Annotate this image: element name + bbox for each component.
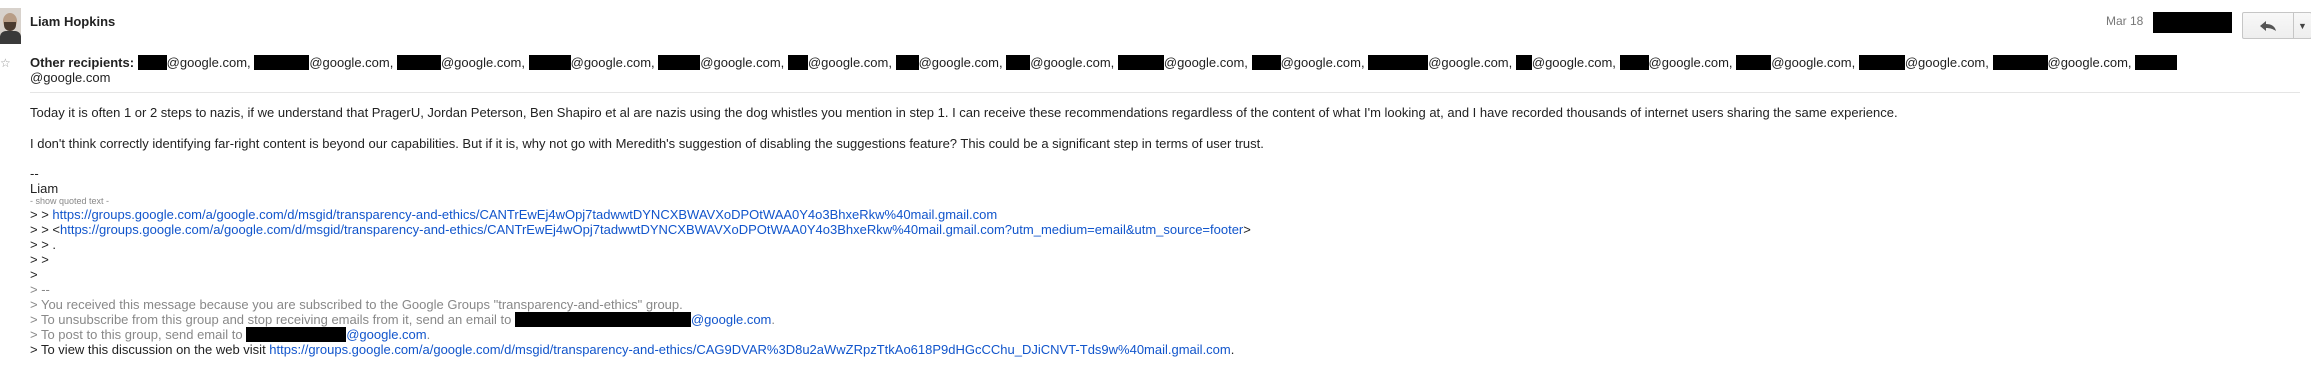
unsubscribe-email-link[interactable]: @google.com <box>691 312 771 327</box>
quoted-line: > You received this message because you … <box>30 297 683 312</box>
redacted-timestamp <box>2153 12 2232 33</box>
recipient-domain: @google.com, <box>700 55 785 70</box>
quote-suffix: . <box>426 327 431 342</box>
show-quoted-text-link[interactable]: - show quoted text - <box>30 196 1898 207</box>
redacted-email <box>137 55 167 70</box>
recipient-domain: @google.com, <box>1428 55 1513 70</box>
reply-button[interactable] <box>2242 12 2294 39</box>
body-paragraph: I don't think correctly identifying far-… <box>30 136 1264 151</box>
redacted-email <box>246 327 347 342</box>
sender-avatar <box>0 8 21 44</box>
recipient-domain: @google.com, <box>1163 55 1248 70</box>
recipient-domain: @google.com, <box>570 55 655 70</box>
avatar-beard <box>4 22 16 31</box>
redacted-email <box>658 55 701 70</box>
redacted-email <box>787 55 808 70</box>
recipient-domain: @google.com, <box>309 55 394 70</box>
redacted-email <box>1117 55 1164 70</box>
other-recipients: Other recipients: @google.com, @google.c… <box>30 55 2180 85</box>
redacted-email <box>396 55 441 70</box>
recipient-domain: @google.com <box>30 70 111 85</box>
discussion-link[interactable]: https://groups.google.com/a/google.com/d… <box>269 342 1230 357</box>
quote-prefix: > > < <box>30 222 60 237</box>
recipient-domain: @google.com, <box>1280 55 1365 70</box>
reply-icon <box>2260 20 2276 31</box>
quote-prefix: > > <box>30 207 53 222</box>
redacted-email <box>895 55 919 70</box>
quoted-line: > > <https://groups.google.com/a/google.… <box>30 222 1898 237</box>
message-date: Mar 18 <box>2106 14 2144 28</box>
redacted-email <box>1736 55 1772 70</box>
quote-text: > To post to this group, send email to <box>30 327 247 342</box>
more-actions-button[interactable]: ▼ <box>2294 12 2311 39</box>
redacted-email <box>254 55 310 70</box>
quote-suffix: . <box>771 312 776 327</box>
quoted-line: > > . <box>30 237 57 252</box>
recipient-domain: @google.com, <box>166 55 251 70</box>
recipient-domain: @google.com, <box>918 55 1003 70</box>
redacted-email <box>1992 55 2048 70</box>
quoted-line: > To view this discussion on the web vis… <box>30 342 1898 357</box>
redacted-email <box>1251 55 1281 70</box>
quoted-line: > > <box>30 252 49 267</box>
signature-dash: -- <box>30 166 39 181</box>
quoted-line: > > https://groups.google.com/a/google.c… <box>30 207 1898 222</box>
redacted-email <box>1515 55 1532 70</box>
redacted-email <box>514 312 691 327</box>
reply-button-group: ▼ <box>2242 12 2311 39</box>
recipient-domain: @google.com, <box>1771 55 1856 70</box>
signature-name: Liam <box>30 181 59 196</box>
recipient-domain: @google.com, <box>1904 55 1989 70</box>
quote-text: > To view this discussion on the web vis… <box>30 342 270 357</box>
recipient-domain: @google.com, <box>1531 55 1616 70</box>
post-email-link[interactable]: @google.com <box>346 327 426 342</box>
quote-suffix: > <box>1243 222 1251 237</box>
header-divider <box>30 92 2300 93</box>
quote-suffix: . <box>1230 342 1235 357</box>
recipient-domain: @google.com, <box>807 55 892 70</box>
message-body: Today it is often 1 or 2 steps to nazis,… <box>30 104 1898 357</box>
redacted-email <box>2135 55 2178 70</box>
signature: -- Liam - show quoted text - <box>30 166 1898 207</box>
recipient-domain: @google.com, <box>440 55 525 70</box>
redacted-email <box>1619 55 1649 70</box>
recipients-label: Other recipients: <box>30 55 135 70</box>
recipient-domain: @google.com, <box>1648 55 1733 70</box>
avatar-body <box>0 31 21 44</box>
redacted-email <box>1368 55 1429 70</box>
sender-name[interactable]: Liam Hopkins <box>30 14 115 29</box>
quote-text: > To unsubscribe from this group and sto… <box>30 312 515 327</box>
redacted-email <box>1858 55 1905 70</box>
redacted-email <box>1006 55 1031 70</box>
chevron-down-icon: ▼ <box>2298 20 2307 31</box>
star-icon[interactable]: ☆ <box>0 56 11 70</box>
body-paragraph: Today it is often 1 or 2 steps to nazis,… <box>30 105 1898 120</box>
redacted-email <box>528 55 571 70</box>
quoted-line: > <box>30 267 38 282</box>
recipient-domain: @google.com, <box>2047 55 2132 70</box>
quoted-line: > To unsubscribe from this group and sto… <box>30 312 1898 327</box>
thread-footer-link[interactable]: https://groups.google.com/a/google.com/d… <box>60 222 1243 237</box>
quoted-line: > -- <box>30 282 50 297</box>
quoted-line: > To post to this group, send email to @… <box>30 327 1898 342</box>
recipient-domain: @google.com, <box>1030 55 1115 70</box>
thread-link[interactable]: https://groups.google.com/a/google.com/d… <box>52 207 997 222</box>
quoted-text: > > https://groups.google.com/a/google.c… <box>30 207 1898 357</box>
